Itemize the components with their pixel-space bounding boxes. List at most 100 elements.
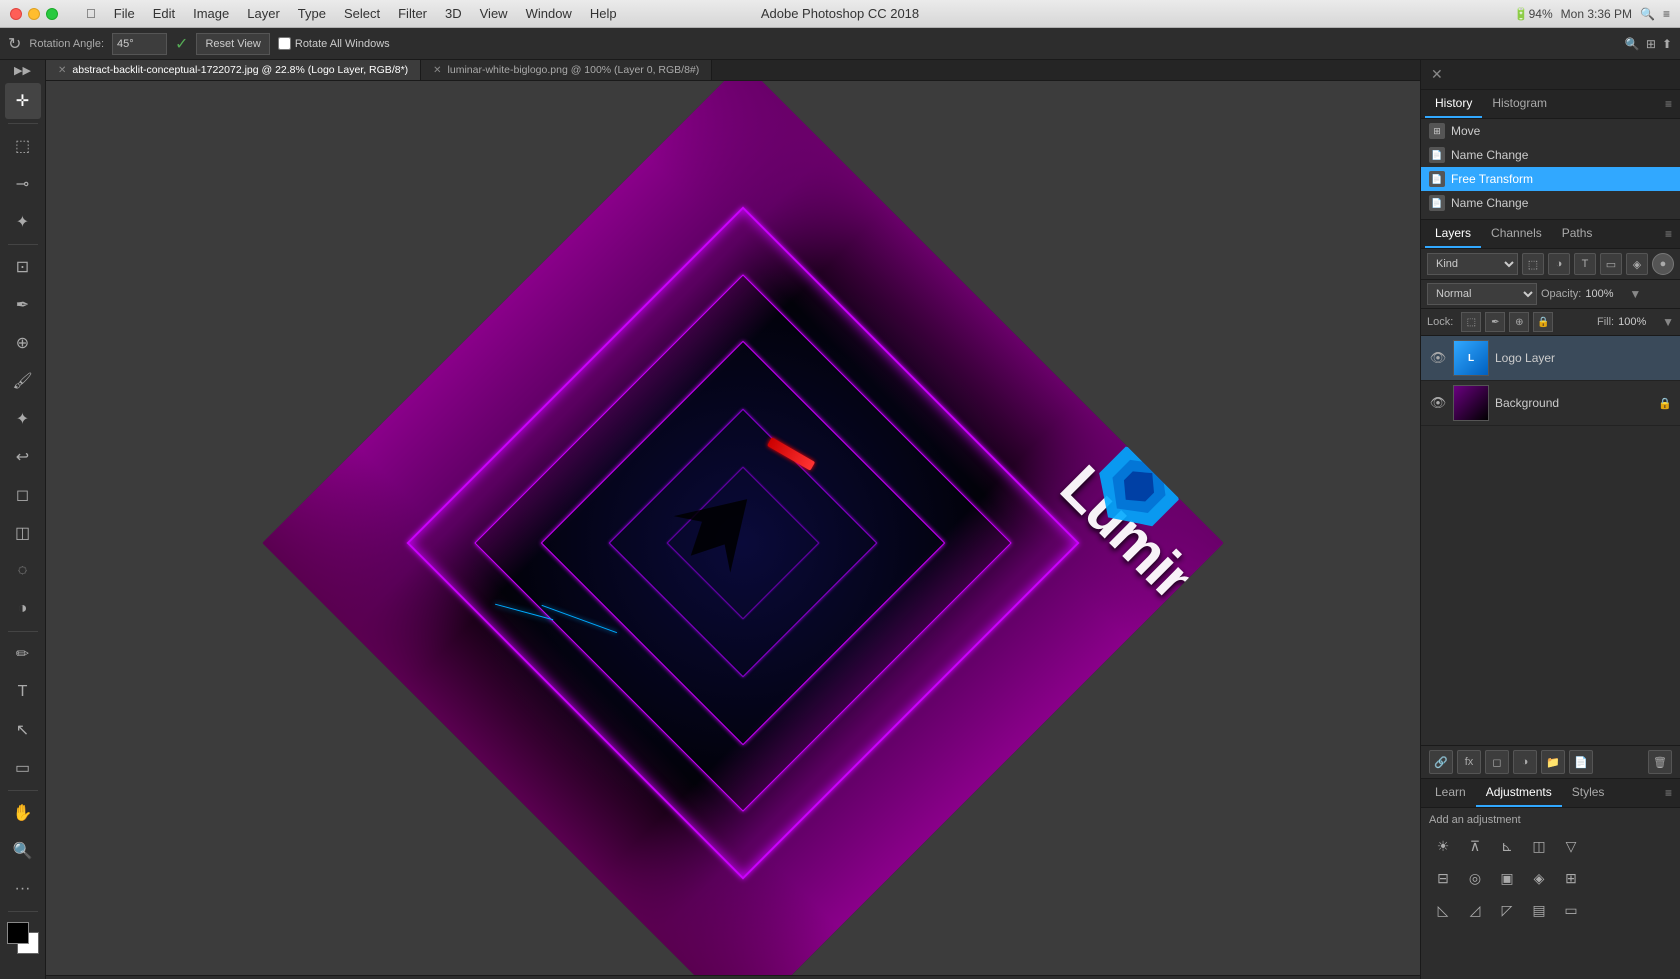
tab-styles[interactable]: Styles <box>1562 779 1615 807</box>
canvas-scrollbar[interactable]: ◀ ▶ <box>46 975 1420 979</box>
rotate-all-checkbox-input[interactable] <box>278 37 291 50</box>
tab-channels[interactable]: Channels <box>1481 220 1552 248</box>
selective-color-btn[interactable]: ▭ <box>1557 896 1585 924</box>
menu-view[interactable]: View <box>472 4 516 23</box>
menu-edit[interactable]: Edit <box>145 4 183 23</box>
share-icon[interactable]: ⬆ <box>1662 37 1672 51</box>
opacity-arrow[interactable]: ▼ <box>1629 287 1641 301</box>
add-adjustment-btn[interactable]: ◑ <box>1513 750 1537 774</box>
layer-visibility-bg[interactable]: 👁 <box>1429 394 1447 412</box>
gradient-tool[interactable]: ◫ <box>5 515 41 551</box>
adj-filter-btn[interactable]: ◑ <box>1548 253 1570 275</box>
spot-heal-tool[interactable]: ⊕ <box>5 325 41 361</box>
marquee-tool[interactable]: ⬚ <box>5 128 41 164</box>
foreground-color-box[interactable] <box>7 922 29 944</box>
lock-position-btn[interactable]: ✒ <box>1485 312 1505 332</box>
blend-mode-select[interactable]: Normal <box>1427 283 1537 305</box>
gradient-map-btn[interactable]: ▤ <box>1525 896 1553 924</box>
history-item-namechange1[interactable]: 📄 Name Change <box>1421 143 1680 167</box>
history-item-freetransform[interactable]: 📄 Free Transform <box>1421 167 1680 191</box>
delete-layer-btn[interactable]: 🗑 <box>1648 750 1672 774</box>
brightness-contrast-btn[interactable]: ☀ <box>1429 832 1457 860</box>
lock-artboards-btn[interactable]: ⊕ <box>1509 312 1529 332</box>
exposure-btn[interactable]: ◫ <box>1525 832 1553 860</box>
smart-filter-btn[interactable]: ◈ <box>1626 253 1648 275</box>
brush-tool[interactable]: 🖌 <box>5 363 41 399</box>
kind-filter-select[interactable]: Kind <box>1427 253 1518 275</box>
invert-btn[interactable]: ◺ <box>1429 896 1457 924</box>
menu-filter[interactable]: Filter <box>390 4 435 23</box>
workspace-icon[interactable]: ⊞ <box>1646 37 1656 51</box>
menu-window[interactable]: Window <box>518 4 580 23</box>
shape-tool[interactable]: ▭ <box>5 750 41 786</box>
layer-visibility-logo[interactable]: 👁 <box>1429 349 1447 367</box>
doc-tab-2[interactable]: ✕ luminar-white-biglogo.png @ 100% (Laye… <box>421 60 712 80</box>
fill-value[interactable]: 100% <box>1618 316 1658 328</box>
curves-btn[interactable]: ⊾ <box>1493 832 1521 860</box>
control-center-icon[interactable]: ≡ <box>1663 7 1670 21</box>
add-mask-btn[interactable]: ◻ <box>1485 750 1509 774</box>
rotation-angle-input[interactable] <box>112 33 167 55</box>
pen-tool[interactable]: ✏ <box>5 636 41 672</box>
menu-apple[interactable]:  <box>78 4 104 23</box>
type-tool[interactable]: T <box>5 674 41 710</box>
path-select-tool[interactable]: ↖ <box>5 712 41 748</box>
move-tool[interactable]: ✛ <box>5 83 41 119</box>
layers-panel-menu[interactable]: ≡ <box>1661 223 1676 245</box>
color-picker[interactable] <box>5 920 41 956</box>
eyedropper-tool[interactable]: ✒ <box>5 287 41 323</box>
doc-tab-close-1[interactable]: ✕ <box>58 65 66 76</box>
text-filter-btn[interactable]: T <box>1574 253 1596 275</box>
doc-tab-1[interactable]: ✕ abstract-backlit-conceptual-1722072.jp… <box>46 60 421 80</box>
posterize-btn[interactable]: ◿ <box>1461 896 1489 924</box>
add-layer-btn[interactable]: 📄 <box>1569 750 1593 774</box>
opacity-value[interactable]: 100% <box>1585 288 1625 300</box>
tab-histogram[interactable]: Histogram <box>1482 90 1557 118</box>
minimize-button[interactable] <box>28 8 40 20</box>
history-item-namechange2[interactable]: 📄 Name Change <box>1421 191 1680 215</box>
threshold-btn[interactable]: ◸ <box>1493 896 1521 924</box>
shape-filter-btn[interactable]: ▭ <box>1600 253 1622 275</box>
menu-3d[interactable]: 3D <box>437 4 470 23</box>
tab-history[interactable]: History <box>1425 90 1482 118</box>
maximize-button[interactable] <box>46 8 58 20</box>
layer-item-logo[interactable]: 👁 L Logo Layer <box>1421 336 1680 381</box>
adjustments-panel-menu[interactable]: ≡ <box>1661 782 1676 804</box>
tab-learn[interactable]: Learn <box>1425 779 1476 807</box>
black-white-btn[interactable]: ▣ <box>1493 864 1521 892</box>
rotate-all-checkbox[interactable]: Rotate All Windows <box>278 37 390 50</box>
tab-paths[interactable]: Paths <box>1552 220 1603 248</box>
more-tool[interactable]: ··· <box>5 871 41 907</box>
filter-toggle-btn[interactable]: ● <box>1652 253 1674 275</box>
history-brush-tool[interactable]: ↩ <box>5 439 41 475</box>
history-item-move[interactable]: ⊞ Move <box>1421 119 1680 143</box>
history-panel-menu[interactable]: ≡ <box>1661 93 1676 115</box>
menu-file[interactable]: File <box>106 4 143 23</box>
stamp-tool[interactable]: ✦ <box>5 401 41 437</box>
menu-help[interactable]: Help <box>582 4 625 23</box>
panel-close-icon[interactable]: ✕ <box>1425 62 1449 87</box>
channel-mixer-btn[interactable]: ⊞ <box>1557 864 1585 892</box>
add-style-btn[interactable]: fx <box>1457 750 1481 774</box>
levels-btn[interactable]: ⊼ <box>1461 832 1489 860</box>
eraser-tool[interactable]: ◻ <box>5 477 41 513</box>
zoom-tool[interactable]: 🔍 <box>5 833 41 869</box>
hue-saturation-btn[interactable]: ⊟ <box>1429 864 1457 892</box>
vibrance-btn[interactable]: ▽ <box>1557 832 1585 860</box>
tab-adjustments[interactable]: Adjustments <box>1476 779 1562 807</box>
photo-filter-btn[interactable]: ◈ <box>1525 864 1553 892</box>
fill-arrow[interactable]: ▼ <box>1662 315 1674 329</box>
color-balance-btn[interactable]: ◎ <box>1461 864 1489 892</box>
add-group-btn[interactable]: 📁 <box>1541 750 1565 774</box>
link-layers-btn[interactable]: 🔗 <box>1429 750 1453 774</box>
search-icon[interactable]: 🔍 <box>1640 7 1655 21</box>
lock-pixels-btn[interactable]: ⬚ <box>1461 312 1481 332</box>
crop-tool[interactable]: ⊡ <box>5 249 41 285</box>
close-button[interactable] <box>10 8 22 20</box>
reset-view-button[interactable]: Reset View <box>196 33 269 55</box>
commit-icon[interactable]: ✓ <box>175 34 188 54</box>
dodge-tool[interactable]: ◑ <box>5 591 41 627</box>
menu-type[interactable]: Type <box>290 4 334 23</box>
lasso-tool[interactable]: ⊸ <box>5 166 41 202</box>
hand-tool[interactable]: ✋ <box>5 795 41 831</box>
